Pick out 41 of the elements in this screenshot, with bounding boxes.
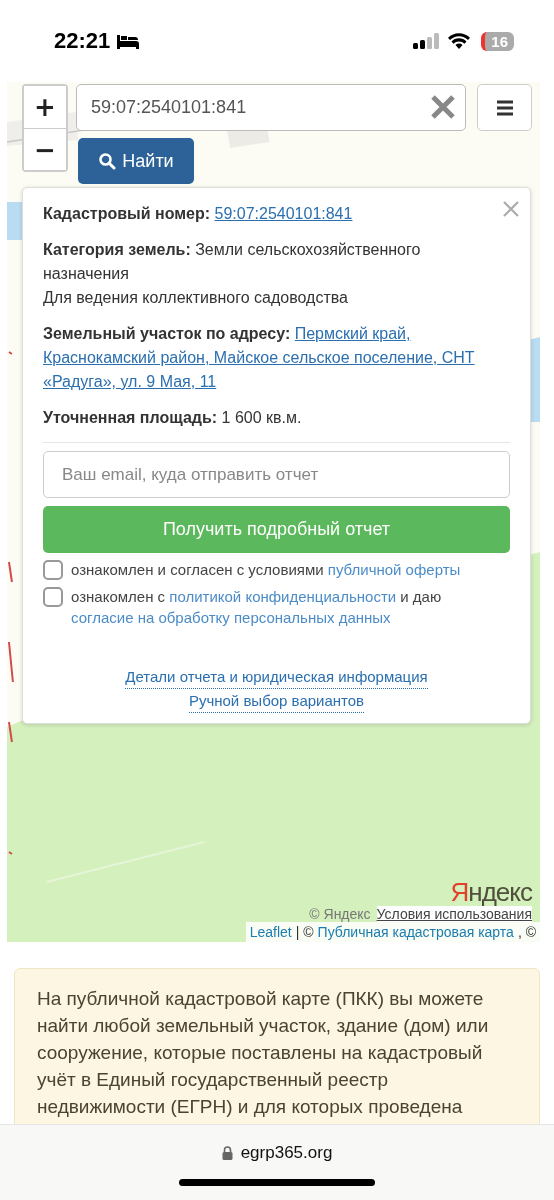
yandex-logo: Яндекс bbox=[450, 878, 532, 906]
address-link[interactable]: Краснокамский район, Майское сельское поселение, СНТ «Радуга», ул. 9 Мая, 11 bbox=[43, 346, 510, 394]
url-text[interactable]: egrp365.org bbox=[240, 1143, 333, 1163]
wifi-icon bbox=[447, 32, 472, 50]
agreement-link[interactable]: публичной оферты bbox=[327, 561, 461, 578]
bed-icon bbox=[116, 33, 141, 49]
email-field[interactable]: Ваш email, куда отправить отчет bbox=[43, 451, 510, 498]
agreement-link[interactable]: согласие на обработку персональных данных bbox=[71, 609, 391, 626]
checkbox[interactable] bbox=[43, 560, 63, 580]
agreement-text: ознакомлен с политикой конфиденциальности и даю согласие на обработку персональных данных bbox=[71, 587, 443, 628]
cadastral-map-link[interactable]: Публичная кадастровая карта bbox=[317, 924, 514, 940]
signal-icon bbox=[413, 32, 442, 50]
map-copyright: © Яндекс bbox=[309, 906, 371, 922]
menu-button[interactable] bbox=[477, 84, 532, 131]
battery-icon: 16 bbox=[481, 31, 514, 51]
find-button[interactable]: Найти bbox=[78, 138, 194, 184]
close-icon[interactable] bbox=[502, 200, 520, 218]
address-link[interactable]: Пермский край, bbox=[294, 325, 411, 342]
checkbox[interactable] bbox=[43, 587, 63, 607]
field-label: Кадастровый номер: bbox=[43, 205, 211, 222]
agreement-link[interactable]: политикой конфиденциальности bbox=[169, 588, 397, 605]
search-field[interactable]: 59:07:2540101:841 bbox=[76, 84, 466, 131]
details-link[interactable]: Ручной выбор вариантов bbox=[188, 690, 365, 713]
area-text: Уточненная площадь: 1 600 кв.м. bbox=[43, 409, 302, 426]
attribution-copyright: , © bbox=[517, 924, 536, 940]
cadastral-link[interactable]: 59:07:2540101:841 bbox=[214, 205, 353, 222]
field-label: Земельный участок по адресу: bbox=[43, 325, 291, 342]
zoom-out-button[interactable]: − bbox=[24, 128, 66, 170]
info-text: На публичной кадастровой карте (ПКК) вы можете найти любой земельный участок, здание (дом) или сооружение, которые поставлены на кадастровый учёт в Единый государственный реестр недвижимости (ЕГРН) и для которых проведена bbox=[37, 987, 490, 1119]
menu-icon bbox=[494, 98, 515, 117]
agreement-text: ознакомлен и согласен с условиями публичной оферты bbox=[71, 560, 461, 580]
leaflet-link[interactable]: Leaflet bbox=[249, 924, 292, 940]
clear-icon[interactable] bbox=[430, 94, 456, 120]
lock-icon bbox=[221, 1146, 233, 1160]
category-text: Категория земель: Земли сельскохозяйственного назначения bbox=[43, 241, 421, 282]
details-link[interactable]: Детали отчета и юридическая информация bbox=[125, 666, 428, 689]
status-time: 22:21 bbox=[54, 28, 111, 54]
attribution-separator: | © bbox=[295, 924, 314, 940]
terms-link[interactable]: Условия использования bbox=[376, 906, 532, 922]
search-icon bbox=[98, 152, 117, 170]
land-use-text: Для ведения коллективного садоводства bbox=[43, 289, 348, 306]
